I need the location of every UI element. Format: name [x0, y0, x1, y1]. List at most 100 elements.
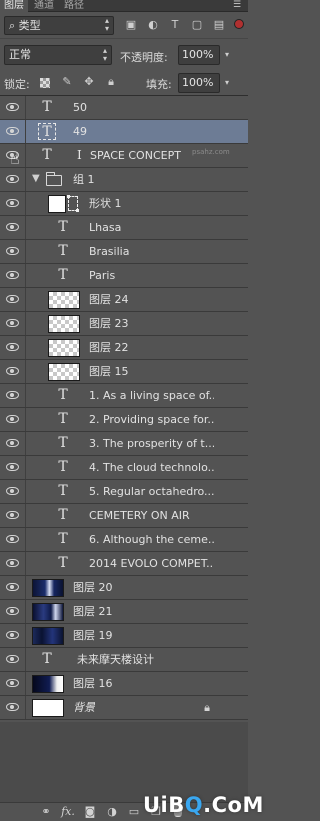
type-filter-icon[interactable]: T [168, 18, 182, 32]
visibility-toggle[interactable] [0, 624, 26, 647]
visibility-toggle[interactable] [0, 480, 26, 503]
layer-name: 49 [73, 125, 87, 138]
layer-row[interactable]: 图层 23 [0, 312, 248, 336]
visibility-toggle[interactable] [0, 384, 26, 407]
lock-all-icon[interactable]: 🔒︎ [104, 75, 118, 89]
layer-name: 形状 1 [89, 197, 122, 210]
visibility-toggle[interactable] [0, 360, 26, 383]
text-layer-icon: T [42, 99, 52, 115]
eye-icon [6, 127, 19, 135]
layer-row[interactable]: T CEMETERY ON AIR [0, 504, 248, 528]
tab-layers[interactable]: 图层 [0, 0, 28, 12]
visibility-toggle[interactable] [0, 576, 26, 599]
layer-row[interactable]: T 未来摩天楼设计 [0, 648, 248, 672]
layer-name: 未来摩天楼设计 [77, 653, 154, 666]
lock-transparent-icon[interactable] [40, 78, 50, 88]
select-arrows-icon: ▴ ▾ [102, 46, 107, 63]
visibility-toggle[interactable] [0, 336, 26, 359]
layer-row[interactable]: 图层 24 [0, 288, 248, 312]
tab-channels[interactable]: 通道 [30, 0, 58, 12]
add-mask-icon[interactable]: ◙ [82, 805, 98, 819]
layer-thumbnail [32, 603, 64, 621]
panel-menu-icon[interactable]: ☰ [230, 1, 244, 11]
visibility-toggle[interactable] [0, 600, 26, 623]
layer-row[interactable]: T 6. Although the ceme... [0, 528, 248, 552]
adjustment-filter-icon[interactable]: ◐ [146, 18, 160, 32]
visibility-toggle[interactable] [0, 504, 26, 527]
tab-paths[interactable]: 路径 [60, 0, 88, 12]
layer-row[interactable]: T 1. As a living space of... [0, 384, 248, 408]
layer-row[interactable]: T 2014 EVOLO COMPET... [0, 552, 248, 576]
link-layers-icon[interactable]: ⚭ [38, 805, 54, 819]
lock-image-icon[interactable]: ✎ [60, 75, 74, 89]
layer-name: Brasilia [89, 245, 130, 258]
layer-row[interactable]: T Paris [0, 264, 248, 288]
visibility-toggle[interactable] [0, 168, 26, 191]
folder-icon [45, 172, 62, 186]
layer-row[interactable]: T 3. The prosperity of t... [0, 432, 248, 456]
text-layer-icon: T [42, 651, 52, 667]
visibility-toggle[interactable] [0, 96, 26, 119]
visibility-toggle[interactable] [0, 552, 26, 575]
visibility-toggle[interactable] [0, 240, 26, 263]
vector-mask-icon [67, 195, 79, 212]
eye-icon [6, 175, 19, 183]
new-group-icon[interactable]: ▭ [126, 805, 142, 819]
adjustment-layer-icon[interactable]: ◑ [104, 805, 120, 819]
shape-filter-icon[interactable]: ▢ [190, 18, 204, 32]
fill-dropdown-icon[interactable]: ▾ [222, 73, 232, 93]
layer-name: Lhasa [89, 221, 122, 234]
eye-icon [6, 439, 19, 447]
blend-mode-select[interactable]: 正常 ▴ ▾ [4, 45, 112, 65]
image-filter-icon[interactable]: ▣ [124, 18, 138, 32]
eye-icon [6, 391, 19, 399]
layer-row[interactable]: 图层 21 [0, 600, 248, 624]
layer-thumbnail [48, 291, 80, 309]
layer-row[interactable]: T 2. Providing space for... [0, 408, 248, 432]
smart-object-filter-icon[interactable]: ▤ [212, 18, 226, 32]
visibility-toggle[interactable] [0, 120, 26, 143]
expand-arrow-icon[interactable]: ▼ [32, 173, 40, 185]
visibility-toggle[interactable] [0, 408, 26, 431]
layer-row[interactable]: 图层 16 [0, 672, 248, 696]
layer-row[interactable]: T 50 [0, 96, 248, 120]
layer-row-selected[interactable]: T 49 [0, 120, 248, 144]
fill-input[interactable]: 100% [178, 73, 220, 93]
visibility-toggle[interactable] [0, 648, 26, 671]
visibility-toggle[interactable] [0, 456, 26, 479]
layer-row[interactable]: T Lhasa [0, 216, 248, 240]
visibility-toggle[interactable] [0, 312, 26, 335]
watermark-q: Q [184, 793, 204, 817]
visibility-toggle[interactable] [0, 288, 26, 311]
background-layer-row[interactable]: 背景 🔒︎ [0, 696, 248, 720]
visibility-toggle[interactable] [0, 696, 26, 719]
lock-icon: 🔒︎ [204, 701, 210, 714]
layer-row[interactable]: T 5. Regular octahedro... [0, 480, 248, 504]
group-row[interactable]: ▼ 组 1 [0, 168, 248, 192]
lock-position-icon[interactable]: ✥ [82, 75, 96, 89]
layer-row[interactable]: 形状 1 [0, 192, 248, 216]
text-layer-icon: T [58, 219, 68, 235]
layer-row[interactable]: 图层 19 [0, 624, 248, 648]
fx-icon[interactable]: fx. [60, 805, 76, 819]
visibility-toggle[interactable] [0, 192, 26, 215]
layer-name: 背景 [73, 701, 95, 714]
visibility-toggle[interactable] [0, 528, 26, 551]
visibility-toggle[interactable] [0, 216, 26, 239]
filter-toggle-icon[interactable] [234, 19, 244, 29]
visibility-toggle[interactable] [0, 264, 26, 287]
opacity-dropdown-icon[interactable]: ▾ [222, 45, 232, 65]
layer-row[interactable]: T Brasilia [0, 240, 248, 264]
layer-row[interactable]: 图层 20 [0, 576, 248, 600]
filter-kind-select[interactable]: ⌕ 类型 ▴ ▾ [4, 16, 114, 35]
opacity-input[interactable]: 100% [178, 45, 220, 65]
layer-row[interactable]: 图层 15 [0, 360, 248, 384]
visibility-toggle[interactable] [0, 432, 26, 455]
layer-name: 图层 19 [73, 629, 113, 642]
layer-name: 图层 20 [73, 581, 113, 594]
eye-icon [6, 655, 19, 663]
layer-row[interactable]: T 4. The cloud technolo... [0, 456, 248, 480]
text-layer-icon: T [58, 411, 68, 427]
layer-row[interactable]: 图层 22 [0, 336, 248, 360]
visibility-toggle[interactable] [0, 672, 26, 695]
